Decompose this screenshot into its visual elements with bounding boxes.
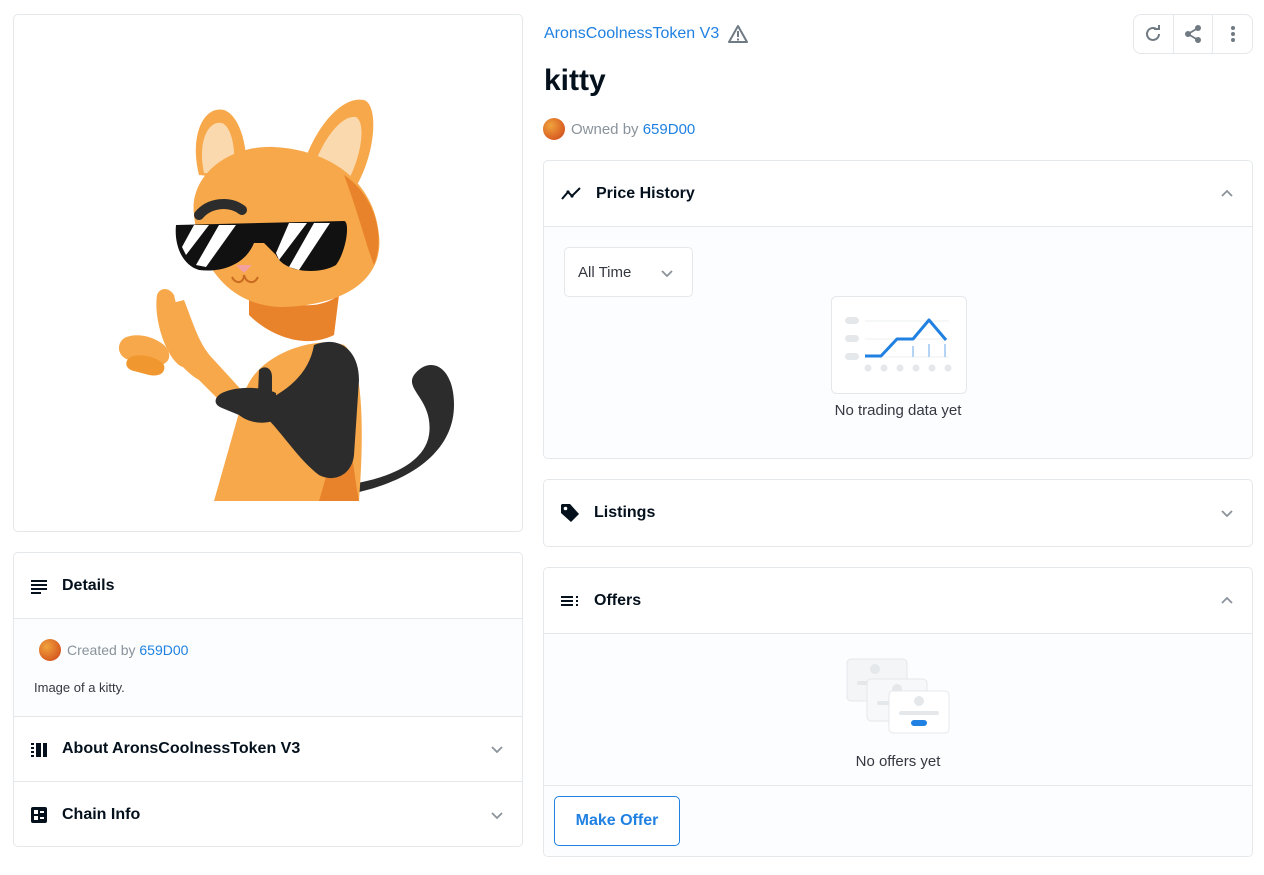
- kitty-image: [118, 99, 454, 501]
- collection-name[interactable]: AronsCoolnessToken V3: [544, 25, 719, 43]
- chain-info-icon: [31, 806, 47, 823]
- tag-icon: [561, 504, 579, 522]
- no-trading-data-text: No trading data yet: [834, 402, 962, 419]
- created-by-label: Created by: [67, 642, 136, 658]
- item-toolbar: [1133, 14, 1253, 54]
- time-range-value: All Time: [578, 263, 632, 281]
- no-offers-text: No offers yet: [855, 753, 941, 770]
- offers-title: Offers: [594, 591, 642, 609]
- share-icon: [1185, 25, 1201, 43]
- listings-title: Listings: [594, 504, 656, 521]
- trending-line-icon: [561, 186, 581, 200]
- time-range-select[interactable]: All Time: [564, 247, 693, 297]
- creator-avatar[interactable]: [39, 639, 61, 661]
- owner-row: Owned by 659D00: [543, 118, 695, 140]
- collection-link[interactable]: AronsCoolnessToken V3: [544, 24, 749, 44]
- creator-link[interactable]: 659D00: [139, 642, 188, 658]
- owned-by-label: Owned by: [571, 120, 639, 138]
- chevron-down-icon: [491, 746, 503, 754]
- item-title: kitty: [544, 64, 606, 97]
- item-description: Image of a kitty.: [34, 680, 125, 695]
- owner-avatar[interactable]: [543, 118, 565, 140]
- refresh-icon: [1146, 25, 1161, 41]
- warning-icon[interactable]: [727, 24, 749, 44]
- offers-panel: Offers No offers yet Make Offer: [543, 567, 1253, 857]
- about-collection-header[interactable]: About AronsCoolnessToken V3: [14, 717, 522, 782]
- listings-header[interactable]: Listings: [544, 480, 1252, 546]
- price-history-title: Price History: [596, 184, 695, 202]
- listings-panel: Listings: [543, 479, 1253, 547]
- chain-info-title: Chain Info: [62, 805, 141, 823]
- details-header[interactable]: Details: [14, 553, 522, 619]
- nft-image-panel[interactable]: [13, 14, 523, 532]
- offers-list-icon: [561, 595, 578, 606]
- offers-body: No offers yet: [544, 634, 1252, 786]
- share-button[interactable]: [1174, 15, 1214, 53]
- chevron-up-icon: [1221, 596, 1233, 604]
- offers-footer: Make Offer: [544, 786, 1252, 856]
- empty-chart-illustration: [831, 296, 967, 394]
- refresh-button[interactable]: [1134, 15, 1174, 53]
- details-title: Details: [62, 576, 115, 594]
- chevron-down-icon: [491, 811, 503, 819]
- about-collection-title: About AronsCoolnessToken V3: [62, 740, 301, 757]
- empty-offers-illustration: [846, 658, 950, 734]
- collection-info-icon: [31, 743, 47, 757]
- details-panel: Details Created by 659D00 Image of a kit…: [13, 552, 523, 847]
- chevron-up-icon: [1221, 189, 1233, 197]
- more-vertical-icon: [1230, 26, 1235, 42]
- price-history-body: All Time No trading data yet: [544, 227, 1252, 458]
- chain-info-header[interactable]: Chain Info: [14, 782, 522, 846]
- creator-row: Created by 659D00: [34, 639, 502, 661]
- text-lines-icon: [31, 579, 47, 594]
- chevron-down-icon: [661, 270, 673, 278]
- chevron-down-icon: [1221, 510, 1233, 518]
- make-offer-button[interactable]: Make Offer: [554, 796, 680, 846]
- offers-header[interactable]: Offers: [544, 568, 1252, 634]
- price-history-header[interactable]: Price History: [544, 161, 1252, 227]
- owner-link[interactable]: 659D00: [643, 121, 696, 138]
- more-options-button[interactable]: [1213, 15, 1252, 53]
- details-body: Created by 659D00 Image of a kitty.: [14, 619, 522, 717]
- price-history-panel: Price History All Time No trading data y…: [543, 160, 1253, 459]
